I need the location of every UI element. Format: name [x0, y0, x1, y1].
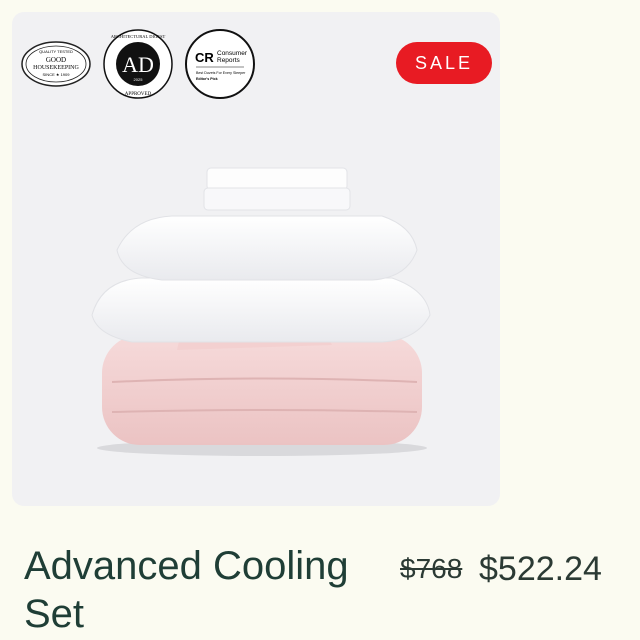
svg-text:2025: 2025	[134, 77, 144, 82]
svg-text:Consumer: Consumer	[217, 50, 248, 57]
award-badges: QUALITY TESTED GOOD HOUSEKEEPING SINCE ★…	[20, 28, 256, 100]
svg-text:Reports: Reports	[217, 57, 241, 64]
good-housekeeping-seal-icon: QUALITY TESTED GOOD HOUSEKEEPING SINCE ★…	[21, 41, 91, 87]
svg-text:HOUSEKEEPING: HOUSEKEEPING	[33, 65, 79, 71]
original-price: $768	[400, 553, 463, 584]
consumer-reports-icon: CR Consumer Reports Best Duvets For Ever…	[185, 29, 255, 99]
svg-text:Best Duvets For Every Sleeper: Best Duvets For Every Sleeper	[196, 71, 246, 75]
svg-text:CR: CR	[195, 50, 214, 65]
sale-badge: SALE	[396, 42, 492, 84]
svg-text:AD: AD	[122, 52, 154, 77]
sale-price: $522.24	[479, 550, 602, 588]
svg-text:GOOD: GOOD	[46, 56, 66, 64]
svg-text:SINCE ★ 1909: SINCE ★ 1909	[43, 72, 71, 77]
product-title[interactable]: Advanced Cooling Set	[24, 542, 374, 638]
svg-text:ARCHITECTURAL DIGEST: ARCHITECTURAL DIGEST	[111, 34, 166, 39]
architectural-digest-approved-icon: AD 2025 ARCHITECTURAL DIGEST APPROVED	[103, 29, 173, 99]
svg-text:APPROVED: APPROVED	[125, 92, 152, 97]
product-image	[91, 167, 431, 456]
svg-text:QUALITY TESTED: QUALITY TESTED	[39, 49, 73, 54]
svg-text:Editor's Pick: Editor's Pick	[196, 77, 218, 81]
product-image-card[interactable]: QUALITY TESTED GOOD HOUSEKEEPING SINCE ★…	[12, 12, 500, 506]
